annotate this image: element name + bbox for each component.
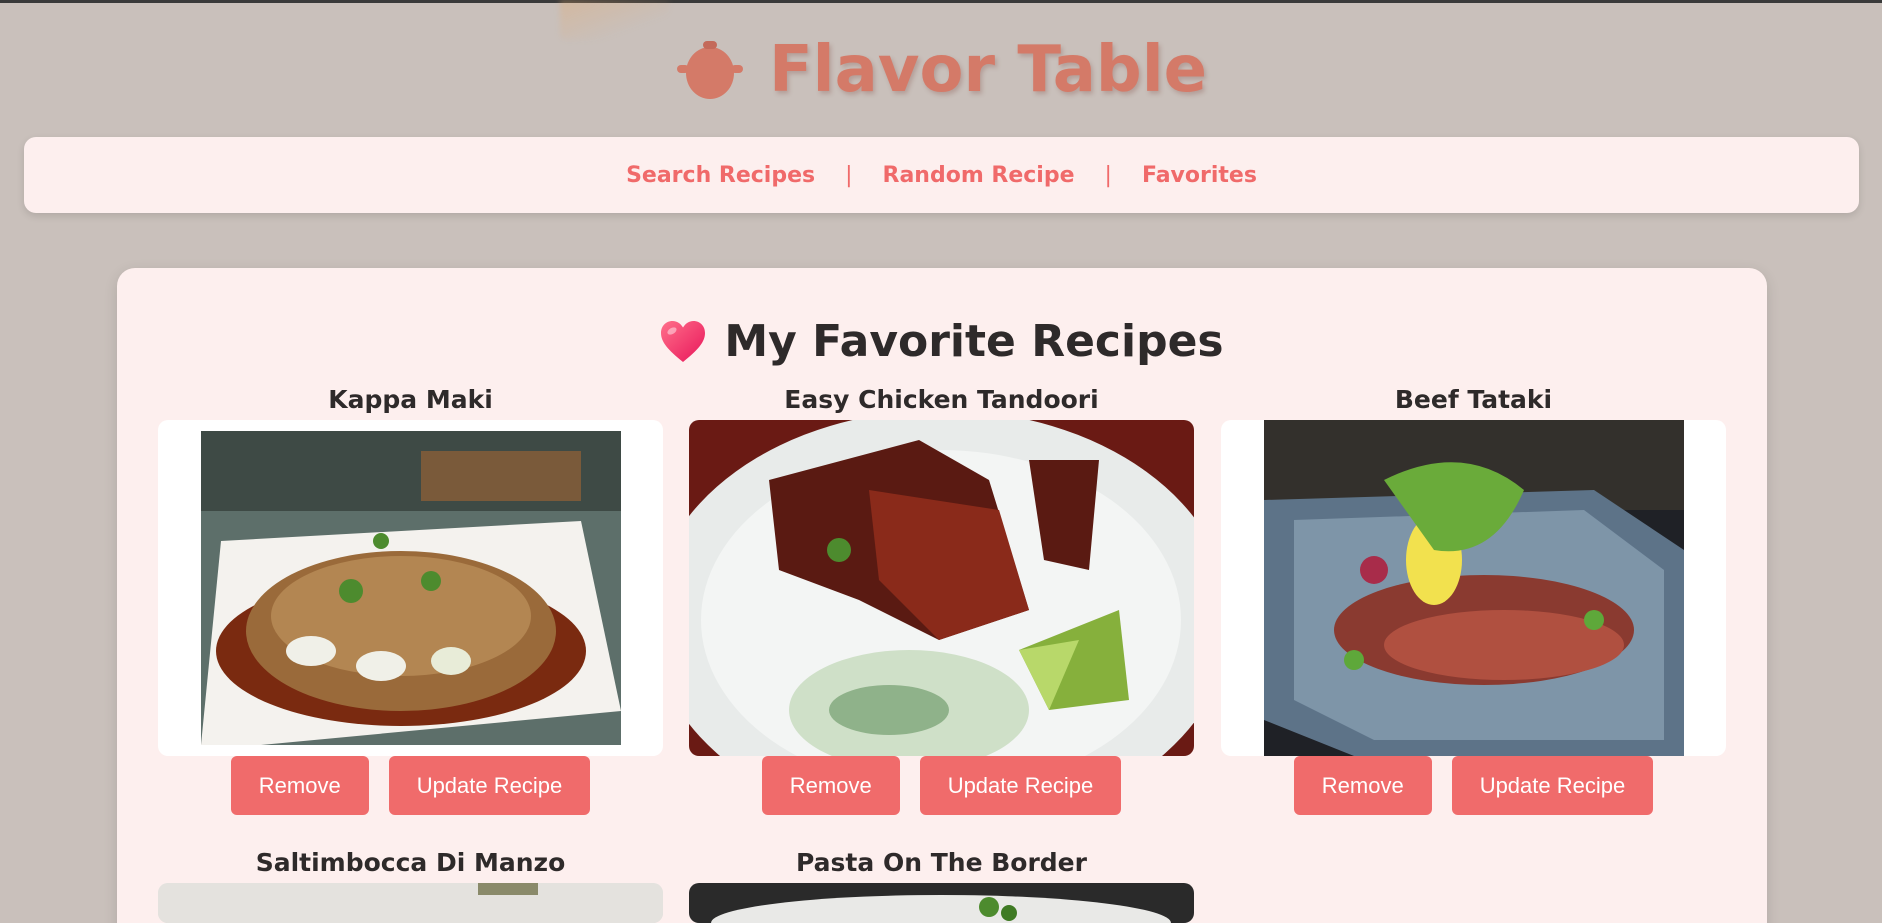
remove-button[interactable]: Remove: [1293, 756, 1432, 815]
nav-random-recipe[interactable]: Random Recipe: [883, 163, 1075, 188]
recipe-actions: Remove Update Recipe: [689, 756, 1194, 815]
recipe-actions: Remove Update Recipe: [1221, 756, 1726, 815]
remove-button[interactable]: Remove: [230, 756, 369, 815]
favorites-panel: My Favorite Recipes Kappa Maki Remove Up…: [117, 268, 1767, 923]
favorites-title: My Favorite Recipes: [724, 316, 1224, 367]
recipe-image[interactable]: [158, 420, 663, 756]
recipe-title: Beef Tataki: [1394, 385, 1553, 414]
update-recipe-button[interactable]: Update Recipe: [919, 756, 1122, 815]
remove-button[interactable]: Remove: [761, 756, 900, 815]
recipe-image[interactable]: [158, 883, 663, 923]
cooking-pot-icon: [676, 41, 743, 99]
recipe-title: Easy Chicken Tandoori: [784, 385, 1099, 414]
food-photo-icon: [158, 883, 663, 923]
heart-icon: [661, 320, 706, 362]
nav-separator: |: [845, 162, 853, 188]
recipe-image[interactable]: [1221, 420, 1726, 756]
recipe-title: Pasta On The Border: [796, 848, 1087, 877]
main-navigation: Search Recipes | Random Recipe | Favorit…: [24, 137, 1859, 213]
recipe-card: Easy Chicken Tandoori Remove Update Reci…: [689, 380, 1194, 815]
recipe-title: Kappa Maki: [328, 385, 493, 414]
recipe-card: Saltimbocca Di Manzo: [158, 843, 663, 923]
nav-favorites[interactable]: Favorites: [1142, 163, 1257, 188]
window-top-border: [0, 0, 1882, 3]
site-title[interactable]: Flavor Table: [769, 33, 1207, 107]
food-photo-icon: [689, 883, 1194, 923]
recipe-card: Beef Tataki Remove Update Recipe: [1221, 380, 1726, 815]
update-recipe-button[interactable]: Update Recipe: [388, 756, 591, 815]
food-photo-icon: [200, 431, 621, 745]
nav-search-recipes[interactable]: Search Recipes: [626, 163, 815, 188]
food-photo-icon: [689, 420, 1194, 756]
favorites-heading: My Favorite Recipes: [117, 316, 1767, 367]
recipe-actions: Remove Update Recipe: [158, 756, 663, 815]
recipe-title: Saltimbocca Di Manzo: [255, 848, 566, 877]
recipe-card: Kappa Maki Remove Update Recipe: [158, 380, 663, 815]
recipe-image[interactable]: [689, 883, 1194, 923]
update-recipe-button[interactable]: Update Recipe: [1451, 756, 1654, 815]
recipe-card: Pasta On The Border: [689, 843, 1194, 923]
food-photo-icon: [1263, 420, 1684, 756]
recipe-image[interactable]: [689, 420, 1194, 756]
site-header: Flavor Table: [0, 30, 1882, 110]
nav-separator: |: [1104, 162, 1112, 188]
